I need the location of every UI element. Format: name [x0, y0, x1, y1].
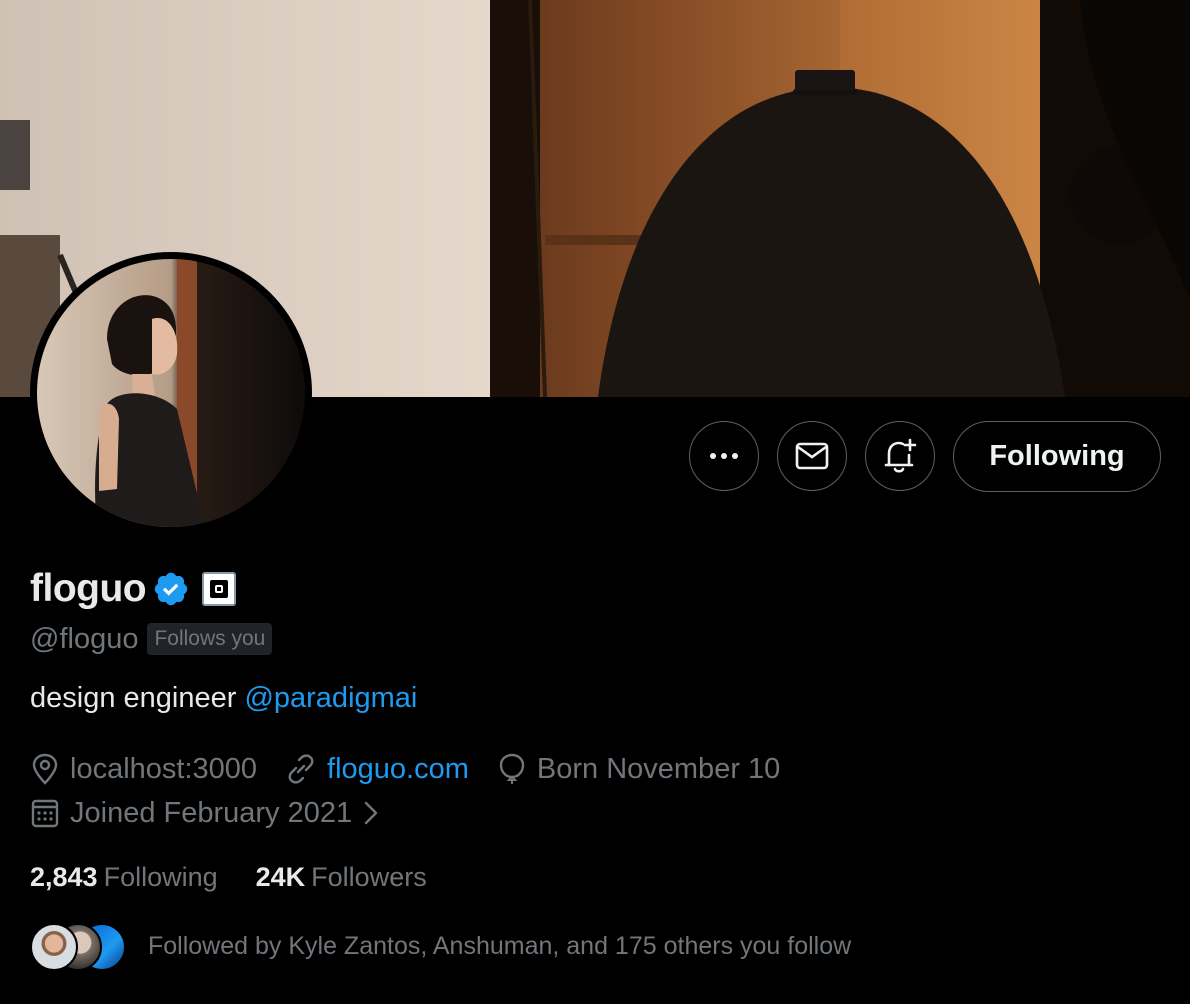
bell-plus-icon	[884, 438, 917, 473]
bio-mention-link[interactable]: @paradigmai	[244, 682, 417, 714]
followers-stat-link[interactable]: 24K Followers	[256, 862, 427, 893]
bio: design engineer @paradigmai	[30, 682, 417, 715]
profile-avatar[interactable]	[30, 252, 312, 534]
handle-row: @floguo Follows you	[30, 620, 273, 658]
following-button[interactable]: Following	[953, 421, 1161, 492]
mutual-avatars	[30, 923, 126, 971]
display-name: floguo	[30, 567, 147, 610]
chevron-right-icon	[364, 801, 378, 825]
location-pin-icon	[32, 753, 58, 785]
location-item: localhost:3000	[30, 753, 257, 786]
name-row: floguo	[30, 566, 237, 612]
following-stat-label: Following	[103, 862, 218, 892]
birthday-item: Born November 10	[497, 753, 780, 786]
location-text: localhost:3000	[70, 752, 258, 785]
more-button[interactable]	[689, 421, 759, 491]
notifications-button[interactable]	[865, 421, 935, 491]
balloon-icon	[499, 753, 525, 784]
handle: @floguo	[30, 622, 139, 655]
profile-page: Following floguo @floguo Follows you des…	[0, 0, 1190, 1004]
followers-stat-label: Followers	[311, 862, 427, 892]
message-button[interactable]	[777, 421, 847, 491]
followers-you-know[interactable]: Followed by Kyle Zantos, Anshuman, and 1…	[30, 920, 851, 972]
birthday-text: Born November 10	[536, 752, 781, 785]
joined-item[interactable]: Joined February 2021	[30, 797, 382, 830]
joined-text: Joined February 2021	[70, 796, 353, 829]
avatar	[30, 923, 78, 971]
verified-badge-icon[interactable]	[152, 570, 190, 608]
follows-you-badge: Follows you	[147, 623, 273, 655]
followed-by-text: Followed by Kyle Zantos, Anshuman, and 1…	[148, 931, 852, 960]
website-link[interactable]: floguo.com	[327, 753, 469, 786]
following-count: 2,843	[30, 862, 98, 892]
profile-meta-row: localhost:3000 floguo.com Born November …	[30, 749, 808, 789]
affiliation-badge-icon[interactable]	[202, 572, 237, 606]
calendar-icon	[31, 799, 59, 828]
joined-row: Joined February 2021	[30, 793, 410, 833]
follow-stats: 2,843 Following 24K Followers	[30, 862, 465, 893]
more-icon	[710, 453, 738, 459]
website-item[interactable]: floguo.com	[285, 753, 469, 786]
link-icon	[288, 754, 314, 784]
bio-text: design engineer	[30, 682, 245, 714]
envelope-icon	[795, 442, 829, 470]
followers-count: 24K	[255, 862, 306, 892]
following-stat-link[interactable]: 2,843 Following	[30, 862, 218, 893]
